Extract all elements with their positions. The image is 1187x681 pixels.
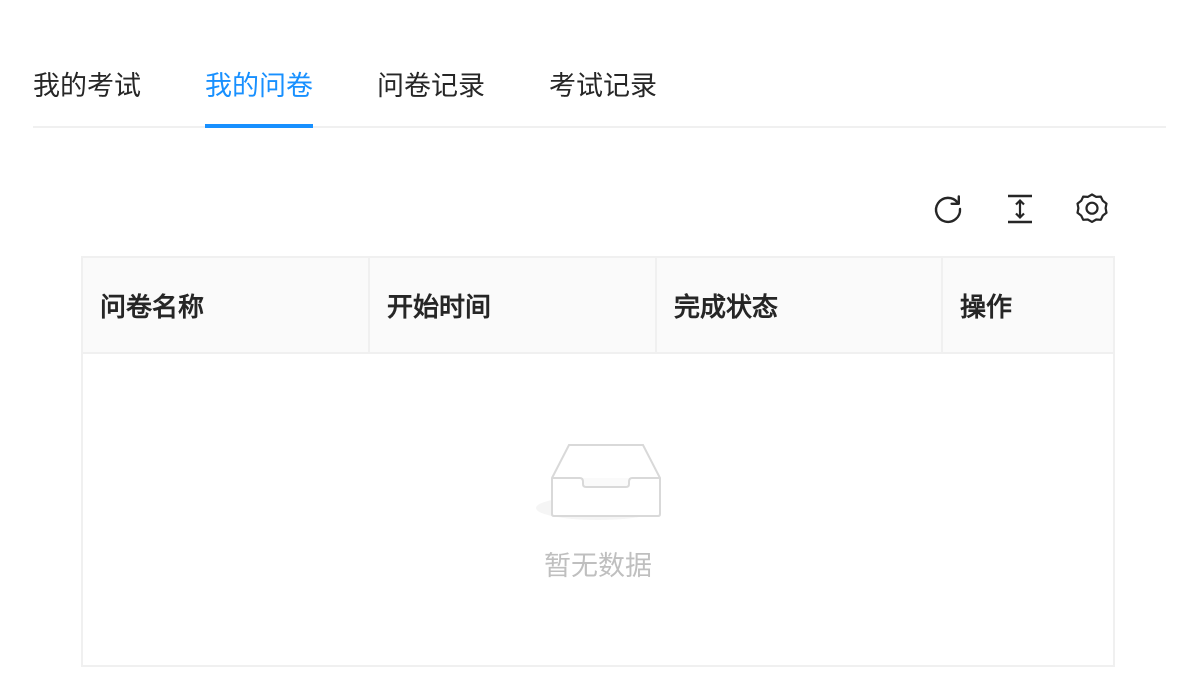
column-header-name: 问卷名称	[83, 258, 370, 352]
empty-state: 暂无数据	[83, 442, 1113, 583]
tab-exam-records[interactable]: 考试记录	[549, 40, 657, 126]
column-header-actions: 操作	[960, 292, 1013, 323]
table-toolbar	[928, 189, 1112, 229]
column-header-start-time: 开始时间	[370, 258, 657, 352]
tab-questionnaire-records[interactable]: 问卷记录	[377, 40, 485, 126]
setting-icon	[1076, 193, 1108, 223]
reload-button[interactable]	[928, 189, 968, 229]
table-header: 问卷名称 开始时间 完成状态 操作	[83, 258, 1113, 354]
tab-my-exams[interactable]: 我的考试	[33, 40, 141, 126]
density-button[interactable]	[1000, 189, 1040, 229]
tab-bar: 我的考试 我的问卷 问卷记录 考试记录	[33, 40, 1166, 128]
tab-my-questionnaires[interactable]: 我的问卷	[205, 40, 313, 128]
settings-button[interactable]	[1072, 189, 1112, 229]
empty-text: 暂无数据	[544, 551, 652, 582]
empty-inbox-icon	[536, 444, 661, 520]
column-height-icon	[1008, 194, 1032, 224]
column-header-status: 完成状态	[657, 258, 943, 352]
reload-icon	[934, 195, 962, 224]
questionnaire-table: 问卷名称 开始时间 完成状态 操作 暂无数据	[81, 256, 1115, 667]
